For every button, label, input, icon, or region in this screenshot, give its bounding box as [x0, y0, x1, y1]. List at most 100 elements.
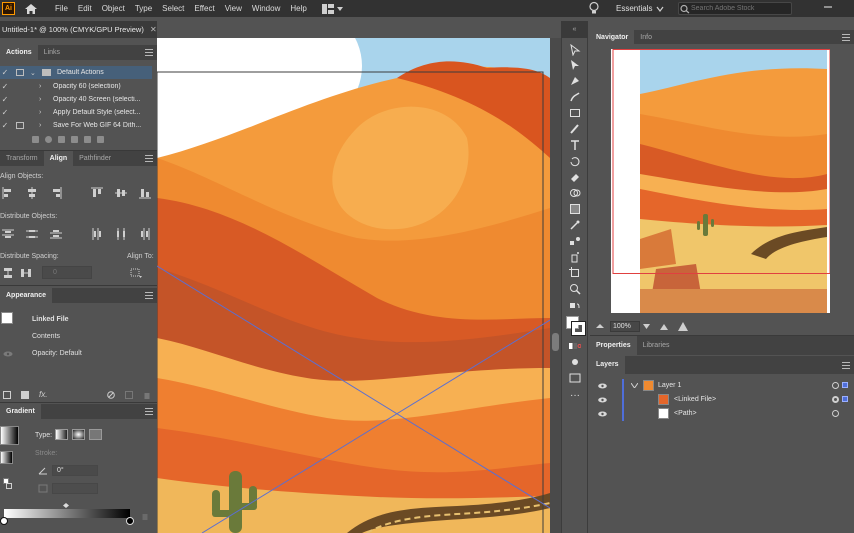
stroke-swatch[interactable] [571, 321, 586, 336]
tab-links[interactable]: Links [38, 45, 66, 60]
search-input[interactable] [691, 5, 787, 12]
target-icon[interactable] [832, 410, 839, 417]
action-row[interactable]: ✓ › Opacity 40 Screen (selecti... [0, 93, 152, 106]
layer-name[interactable]: <Linked File> [674, 396, 716, 403]
action-row[interactable]: ✓ › Apply Default Style (select... [0, 106, 152, 119]
layer-row[interactable]: Layer 1 [590, 379, 854, 393]
panel-menu-icon[interactable] [145, 408, 153, 415]
document-canvas[interactable] [157, 38, 550, 533]
visibility-eye-icon[interactable] [3, 351, 13, 357]
visibility-eye-icon[interactable] [598, 411, 607, 417]
gradient-tool[interactable] [567, 201, 583, 216]
target-icon[interactable] [832, 396, 839, 403]
chevron-down-icon[interactable] [643, 323, 650, 329]
chevron-down-icon[interactable] [631, 383, 638, 388]
action-row[interactable]: ✓ › Opacity 60 (selection) [0, 80, 152, 93]
menu-file[interactable]: File [50, 0, 73, 17]
tab-transform[interactable]: Transform [0, 151, 44, 166]
chevron-right-icon[interactable]: › [39, 83, 47, 90]
screen-mode-button[interactable] [567, 370, 583, 385]
workspace-switcher[interactable]: Essentials [616, 0, 652, 17]
play-icon[interactable] [58, 136, 65, 143]
new-action-icon[interactable] [84, 136, 91, 143]
menu-object[interactable]: Object [97, 0, 130, 17]
symbol-sprayer-tool[interactable] [567, 249, 583, 264]
stop-icon[interactable] [32, 136, 39, 143]
gradient-stop-black[interactable] [126, 517, 134, 525]
vertical-scrollbar[interactable] [550, 38, 561, 533]
tab-align[interactable]: Align [43, 151, 74, 166]
document-tab[interactable]: Untitled-1* @ 100% (CMYK/GPU Preview) [0, 21, 157, 38]
curvature-tool[interactable] [567, 89, 583, 104]
rectangle-tool[interactable] [567, 105, 583, 120]
eraser-tool[interactable] [567, 169, 583, 184]
toolbar-grip[interactable]: « [561, 21, 588, 38]
menu-help[interactable]: Help [285, 0, 311, 17]
appearance-contents[interactable]: Contents [32, 333, 60, 340]
stock-search[interactable] [678, 2, 792, 15]
align-vertical-center-icon[interactable] [113, 185, 129, 201]
checkmark-icon[interactable]: ✓ [0, 108, 10, 117]
appearance-opacity[interactable]: Opacity: Default [32, 350, 82, 357]
distribute-left-icon[interactable] [89, 226, 105, 242]
checkmark-icon[interactable]: ✓ [0, 82, 10, 91]
new-fill-icon[interactable] [21, 390, 29, 399]
dialog-toggle-icon[interactable] [16, 122, 24, 129]
checkmark-icon[interactable]: ✓ [0, 68, 10, 77]
distribute-right-icon[interactable] [137, 226, 153, 242]
appearance-item[interactable]: Linked File [32, 316, 69, 323]
chevron-down-icon[interactable]: ⌄ [30, 69, 38, 77]
gradient-angle-input[interactable]: 0° [52, 465, 98, 476]
home-icon[interactable] [23, 1, 39, 17]
fill-stroke-swap[interactable] [567, 300, 583, 315]
type-tool[interactable] [567, 137, 583, 152]
arrange-documents-button[interactable] [321, 2, 346, 16]
direct-selection-tool[interactable] [567, 57, 583, 72]
gradient-preview[interactable] [0, 426, 19, 445]
paintbrush-tool[interactable] [567, 121, 583, 136]
dialog-toggle-icon[interactable] [16, 69, 24, 76]
distribute-horizontal-center-icon[interactable] [113, 226, 129, 242]
linear-gradient-icon[interactable] [55, 429, 68, 440]
rotate-tool[interactable] [567, 153, 583, 168]
tab-libraries[interactable]: Libraries [637, 336, 676, 356]
navigator-preview[interactable] [611, 49, 831, 313]
checkmark-icon[interactable]: ✓ [0, 121, 10, 130]
action-row[interactable]: ✓ › Save For Web GIF 64 Dith... [0, 119, 152, 132]
menu-window[interactable]: Window [247, 0, 285, 17]
gradient-fill-stroke-icon[interactable] [3, 478, 13, 490]
target-icon[interactable] [832, 382, 839, 389]
menu-edit[interactable]: Edit [73, 0, 97, 17]
menu-select[interactable]: Select [157, 0, 189, 17]
selection-tool[interactable] [567, 42, 583, 57]
trash-icon[interactable] [97, 136, 104, 143]
tab-pathfinder[interactable]: Pathfinder [73, 151, 117, 166]
sublayer-row[interactable]: <Linked File> [590, 393, 854, 407]
desert-artwork[interactable] [157, 38, 550, 533]
align-horizontal-center-icon[interactable] [24, 185, 40, 201]
align-bottom-icon[interactable] [137, 185, 153, 201]
zoom-small-mountain-icon[interactable] [660, 322, 668, 330]
panel-menu-icon[interactable] [145, 292, 153, 299]
eyedropper-tool[interactable] [567, 217, 583, 232]
vertical-spacing-icon[interactable] [0, 265, 16, 281]
zoom-level-input[interactable]: 100% [610, 320, 640, 332]
panel-menu-icon[interactable] [842, 34, 850, 41]
tab-info[interactable]: Info [634, 30, 658, 45]
lightbulb-icon[interactable] [587, 1, 601, 15]
tab-gradient[interactable]: Gradient [0, 404, 41, 419]
chevron-down-icon[interactable] [656, 5, 664, 13]
scrollbar-thumb[interactable] [552, 333, 559, 351]
distribute-top-icon[interactable] [0, 226, 16, 242]
draw-mode-button[interactable] [567, 354, 583, 369]
artboard-tool[interactable] [567, 265, 583, 280]
color-mode-buttons[interactable] [567, 338, 583, 353]
edit-toolbar-icon[interactable]: ··· [567, 388, 583, 403]
tab-appearance[interactable]: Appearance [0, 288, 53, 303]
menu-effect[interactable]: Effect [189, 0, 219, 17]
align-to-dropdown[interactable] [128, 265, 144, 281]
gradient-fill-swatch[interactable] [0, 451, 13, 464]
panel-menu-icon[interactable] [145, 155, 153, 162]
close-icon[interactable]: ✕ [150, 25, 157, 34]
clear-appearance-icon[interactable] [107, 390, 116, 399]
